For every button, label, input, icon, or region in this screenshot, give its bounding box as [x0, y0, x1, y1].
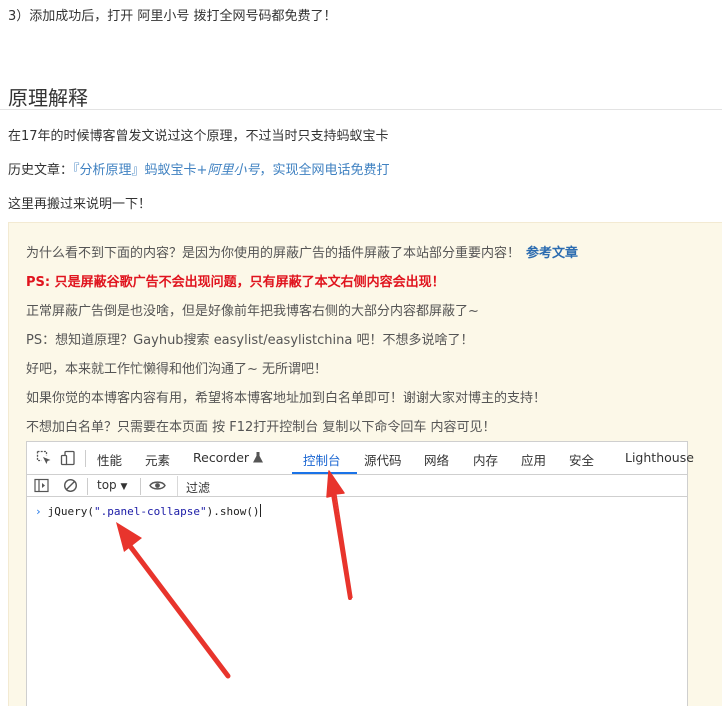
sidebar-toggle-icon[interactable]	[34, 478, 49, 493]
console-prompt-icon: ›	[35, 505, 42, 518]
toolbar-separator	[87, 478, 88, 495]
history-prefix: 历史文章：	[8, 163, 74, 178]
devtools-screenshot: 性能 元素 Recorder 控制台 源代码 网络 内存 应用 安全 Light…	[26, 441, 694, 706]
active-tab-indicator	[292, 472, 357, 474]
live-expression-eye-icon[interactable]	[149, 478, 166, 493]
inspect-icon[interactable]	[36, 450, 52, 466]
history-article-link[interactable]: 『分析原理』蚂蚁宝卡+阿里小号，实现全网电话免费打	[73, 163, 389, 178]
tab-application[interactable]: 应用	[521, 450, 546, 469]
title-divider	[0, 109, 722, 110]
notice-line-3: 正常屏蔽广告倒是也没啥，但是好像前年把我博客右侧的大部分内容都屏蔽了~	[26, 304, 479, 319]
tab-recorder[interactable]: Recorder	[193, 450, 264, 465]
toolbar-separator	[140, 478, 141, 495]
notice-line-4: PS：想知道原理？Gayhub搜索 easylist/easylistchina…	[26, 333, 474, 348]
console-command-line[interactable]: › jQuery(".panel-collapse").show()	[35, 504, 261, 518]
tab-network[interactable]: 网络	[424, 450, 449, 469]
notice-line-1: 为什么看不到下面的内容？是因为你使用的屏蔽广告的插件屏蔽了本站部分重要内容！ 参考…	[26, 246, 579, 261]
dropdown-caret-icon: ▼	[120, 482, 128, 492]
reference-article-link[interactable]: 参考文章	[526, 246, 578, 261]
notice-warning-line: PS: 只是屏蔽谷歌广告不会出现问题，只有屏蔽了本文右侧内容会出现！	[26, 275, 445, 290]
section-title: 原理解释	[8, 86, 88, 110]
context-selector[interactable]: top ▼	[97, 478, 127, 492]
notice-line-5: 好吧，本来就工作忙懒得和他们沟通了~ 无所谓吧！	[26, 362, 328, 377]
intro-paragraph: 在17年的时候博客曾发文说过这个原理，不过当时只支持蚂蚁宝卡	[8, 129, 389, 144]
adblock-notice-box: 为什么看不到下面的内容？是因为你使用的屏蔽广告的插件屏蔽了本站部分重要内容！ 参考…	[8, 222, 722, 706]
repost-paragraph: 这里再搬过来说明一下！	[8, 197, 152, 212]
history-paragraph: 历史文章：『分析原理』蚂蚁宝卡+阿里小号，实现全网电话免费打	[8, 159, 389, 178]
recorder-flask-icon	[252, 452, 264, 463]
step-3-text: 3）添加成功后，打开 阿里小号 拨打全网号码都免费了！	[8, 9, 337, 24]
text-cursor	[259, 504, 261, 517]
tab-console[interactable]: 控制台	[303, 450, 341, 469]
notice-line-6: 如果你觉的本博客内容有用，希望将本博客地址加到白名单即可！谢谢大家对博主的支持！	[26, 391, 547, 406]
clear-console-icon[interactable]	[63, 478, 78, 493]
console-filter-input[interactable]: 过滤	[177, 476, 687, 496]
tab-sources[interactable]: 源代码	[364, 450, 402, 469]
tab-security[interactable]: 安全	[569, 450, 594, 469]
tab-performance[interactable]: 性能	[97, 450, 122, 469]
devtools-tab-bar: 性能 元素 Recorder 控制台 源代码 网络 内存 应用 安全 Light…	[27, 442, 694, 475]
tab-separator	[85, 450, 86, 467]
console-toolbar: top ▼ 过滤	[27, 475, 687, 497]
notice-line-7: 不想加白名单？只需要在本页面 按 F12打开控制台 复制以下命令回车 内容可见！	[26, 420, 496, 435]
device-toggle-icon[interactable]	[60, 450, 76, 466]
tab-elements[interactable]: 元素	[145, 450, 170, 469]
tab-memory[interactable]: 内存	[473, 450, 498, 469]
tab-lighthouse[interactable]: Lighthouse	[625, 450, 694, 465]
